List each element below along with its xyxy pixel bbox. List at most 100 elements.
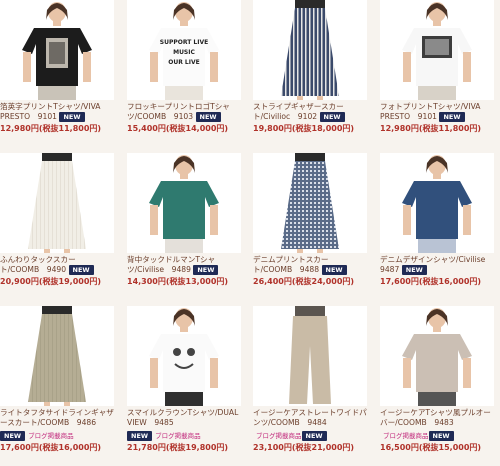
new-badge: NEW — [195, 112, 221, 122]
product-image[interactable] — [253, 306, 367, 406]
product-code: ンツ/COOMB 9484 — [253, 418, 327, 427]
price-before-tax: (税抜16,000円) — [38, 443, 102, 452]
price-before-tax: (税抜19,800円) — [165, 443, 229, 452]
product-card[interactable]: ストライプギャザースカー ト/Civilioc 9102 NEW 19,800円(税… — [253, 0, 367, 134]
product-name-line1: 背中タックドルマンTシャ — [127, 255, 216, 264]
product-card[interactable]: 箔英字プリントTシャツ/VIVA PRESTO 9101 NEW 12,980円(税… — [0, 0, 114, 134]
product-card[interactable]: デニムデザインシャツ/Civilise 9487 NEW 17,600円(税抜16,… — [380, 153, 494, 287]
blog-featured-label: ブログ掲載商品 — [383, 431, 429, 440]
product-name-line2: PRESTO 9101 NEW — [380, 112, 494, 122]
new-badge: NEW — [321, 265, 347, 275]
product-grid: 箔英字プリントTシャツ/VIVA PRESTO 9101 NEW 12,980円(税… — [0, 0, 500, 466]
product-card[interactable]: スマイルクラウンTシャツ/DUAL VIEW 9485 NEW ブログ掲載商品 21,… — [127, 306, 241, 453]
product-price: 12,980円(税抜11,800円) — [380, 123, 494, 134]
product-code: ト/COOMB 9490 — [0, 265, 69, 274]
product-card[interactable]: 背中タックドルマンTシャ ツ/Civilise 9489 NEW 14,300円(税… — [127, 153, 241, 287]
product-code: ト/Civilioc 9102 — [253, 112, 320, 121]
product-code: VIEW 9485 — [127, 418, 174, 427]
price-value: 12,980円 — [380, 124, 419, 133]
product-name-link[interactable]: スマイルクラウンTシャツ/DUAL VIEW 9485 — [127, 408, 241, 428]
product-name-link[interactable]: フロッキープリントロゴTシャ ツ/COOMB 9103 NEW — [127, 102, 241, 122]
product-price: 20,900円(税抜19,000円) — [0, 276, 114, 287]
product-image[interactable] — [253, 0, 367, 100]
product-name-link[interactable]: イージーケアストレートワイドパ ンツ/COOMB 9484 — [253, 408, 367, 428]
product-name-line1: ストライプギャザースカー — [253, 102, 344, 111]
product-name-link[interactable]: ふんわりタックスカー ト/COOMB 9490 NEW — [0, 255, 114, 275]
product-image[interactable]: SUPPORT LIVE MUSIC OUR LIVE — [127, 0, 241, 100]
product-price: 15,400円(税抜14,000円) — [127, 123, 241, 134]
product-price: 26,400円(税抜24,000円) — [253, 276, 367, 287]
product-name-line1: 箔英字プリントTシャツ/VIVA — [0, 102, 101, 111]
product-code: ツ/COOMB 9103 — [127, 112, 196, 121]
product-image[interactable] — [253, 153, 367, 253]
product-name-line2: 9487 NEW — [380, 265, 494, 275]
product-card[interactable]: ライトタフタサイドラインギャザ ースカート/COOMB 9486 NEW ブログ掲載… — [0, 306, 114, 453]
product-code: バー/COOMB 9483 — [380, 418, 454, 427]
product-name-line2: ンツ/COOMB 9484 — [253, 418, 367, 428]
blog-featured-label: ブログ掲載商品 — [256, 431, 302, 440]
product-name-link[interactable]: 箔英字プリントTシャツ/VIVA PRESTO 9101 NEW — [0, 102, 114, 122]
product-card[interactable]: SUPPORT LIVE MUSIC OUR LIVE フロッキープリントロゴTシャツ… — [127, 0, 241, 134]
price-before-tax: (税抜11,800円) — [418, 124, 482, 133]
price-value: 16,500円 — [380, 443, 419, 452]
product-name-line2: ト/Civilioc 9102 NEW — [253, 112, 367, 122]
product-name-link[interactable]: イージーケアTシャツ風プルオー バー/COOMB 9483 — [380, 408, 494, 428]
product-image[interactable] — [0, 0, 114, 100]
price-before-tax: (税抜16,000円) — [418, 277, 482, 286]
price-value: 15,400円 — [127, 124, 166, 133]
product-code: ツ/Civilise 9489 — [127, 265, 194, 274]
product-price: 14,300円(税抜13,000円) — [127, 276, 241, 287]
blog-featured-label: ブログ掲載商品 — [155, 431, 201, 440]
product-image[interactable] — [380, 306, 494, 406]
product-card[interactable]: イージーケアストレートワイドパ ンツ/COOMB 9484 ブログ掲載商品 NEW 2… — [253, 306, 367, 453]
product-price: 17,600円(税抜16,000円) — [0, 442, 114, 453]
product-name-line2: PRESTO 9101 NEW — [0, 112, 114, 122]
product-card[interactable]: イージーケアTシャツ風プルオー バー/COOMB 9483 ブログ掲載商品 NEW 1… — [380, 306, 494, 453]
svg-text:SUPPORT LIVE: SUPPORT LIVE — [160, 39, 208, 46]
svg-text:OUR LIVE: OUR LIVE — [168, 59, 199, 66]
product-tags: ブログ掲載商品 NEW — [253, 429, 367, 441]
price-before-tax: (税抜19,000円) — [38, 277, 102, 286]
product-tags: NEW ブログ掲載商品 — [0, 429, 114, 441]
price-value: 23,100円 — [253, 443, 292, 452]
product-card[interactable]: フォトプリントTシャツ/VIVA PRESTO 9101 NEW 12,980円(税… — [380, 0, 494, 134]
product-name-line2: ツ/COOMB 9103 NEW — [127, 112, 241, 122]
product-name-link[interactable]: ストライプギャザースカー ト/Civilioc 9102 NEW — [253, 102, 367, 122]
new-badge: NEW — [193, 265, 219, 275]
product-price: 19,800円(税抜18,000円) — [253, 123, 367, 134]
new-badge: NEW — [319, 112, 345, 122]
product-image[interactable] — [0, 306, 114, 406]
product-name-link[interactable]: デニムプリントスカー ト/COOMB 9488 NEW — [253, 255, 367, 275]
product-name-link[interactable]: 背中タックドルマンTシャ ツ/Civilise 9489 NEW — [127, 255, 241, 275]
product-code: ト/COOMB 9488 — [253, 265, 322, 274]
product-image[interactable] — [0, 153, 114, 253]
price-before-tax: (税抜13,000円) — [165, 277, 229, 286]
product-tags: ブログ掲載商品 NEW — [380, 429, 494, 441]
price-before-tax: (税抜14,000円) — [165, 124, 229, 133]
new-badge: NEW — [68, 265, 94, 275]
price-before-tax: (税抜24,000円) — [291, 277, 355, 286]
product-name-link[interactable]: ライトタフタサイドラインギャザ ースカート/COOMB 9486 — [0, 408, 114, 428]
product-code: PRESTO 9101 — [380, 112, 440, 121]
product-price: 16,500円(税抜15,000円) — [380, 442, 494, 453]
product-image[interactable] — [380, 153, 494, 253]
product-name-link[interactable]: デニムデザインシャツ/Civilise 9487 NEW — [380, 255, 494, 275]
product-card[interactable]: ふんわりタックスカー ト/COOMB 9490 NEW 20,900円(税抜19,0… — [0, 153, 114, 287]
product-price: 21,780円(税抜19,800円) — [127, 442, 241, 453]
price-value: 12,980円 — [0, 124, 39, 133]
product-image[interactable] — [380, 0, 494, 100]
product-name-line1: スマイルクラウンTシャツ/DUAL — [127, 408, 239, 417]
product-image[interactable] — [127, 306, 241, 406]
product-name-line1: デニムデザインシャツ/Civilise — [380, 255, 486, 264]
product-price: 23,100円(税抜21,000円) — [253, 442, 367, 453]
product-name-line2: ツ/Civilise 9489 NEW — [127, 265, 241, 275]
product-image[interactable] — [127, 153, 241, 253]
product-code: 9487 — [380, 265, 402, 274]
product-name-line2: VIEW 9485 — [127, 418, 241, 428]
new-badge: NEW — [59, 112, 85, 122]
product-price: 12,980円(税抜11,800円) — [0, 123, 114, 134]
product-name-link[interactable]: フォトプリントTシャツ/VIVA PRESTO 9101 NEW — [380, 102, 494, 122]
product-card[interactable]: デニムプリントスカー ト/COOMB 9488 NEW 26,400円(税抜24,0… — [253, 153, 367, 287]
product-name-line1: ふんわりタックスカー — [0, 255, 76, 264]
product-name-line1: フロッキープリントロゴTシャ — [127, 102, 230, 111]
